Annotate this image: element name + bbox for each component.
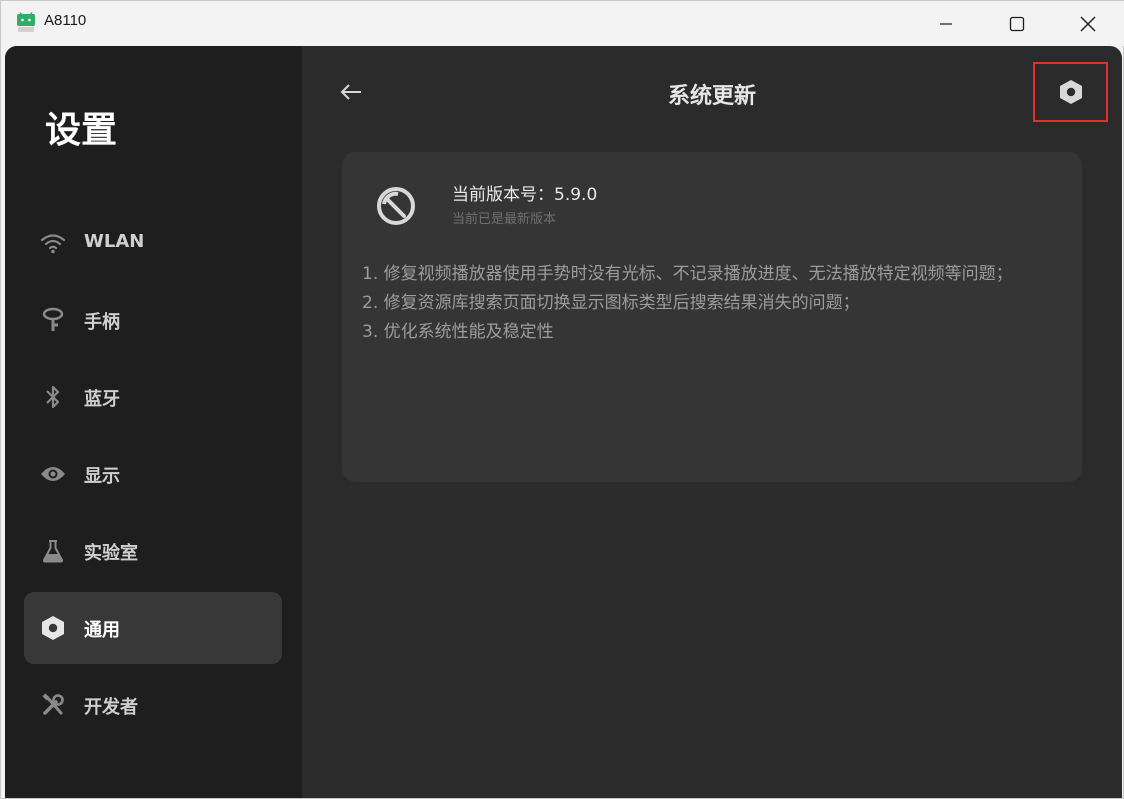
update-card: 当前版本号：5.9.0 当前已是最新版本 1. 修复视频播放器使用手势时没有光标… <box>342 152 1082 482</box>
sidebar-item-display[interactable]: 显示 <box>24 438 282 510</box>
release-note-item: 2. 修复资源库搜索页面切换显示图标类型后搜索结果消失的问题； <box>362 293 860 313</box>
hex-nut-icon <box>40 615 66 641</box>
sidebar-item-gamepad[interactable]: 手柄 <box>24 284 282 356</box>
joystick-icon <box>40 307 66 333</box>
sidebar-item-label: WLAN <box>84 231 145 252</box>
sidebar-item-label: 实验室 <box>84 543 138 564</box>
hex-nut-icon <box>1059 80 1082 104</box>
title-bar[interactable]: A8110 <box>1 1 1124 46</box>
sidebar-item-general[interactable]: 通用 <box>24 592 282 664</box>
sidebar-item-label: 开发者 <box>84 697 138 718</box>
minimize-icon <box>940 22 952 25</box>
bluetooth-icon <box>40 384 66 410</box>
current-version: 当前版本号：5.9.0 <box>452 185 598 205</box>
maximize-icon <box>1009 16 1025 31</box>
release-note-item: 1. 修复视频播放器使用手势时没有光标、不记录播放进度、无法播放特定视频等问题； <box>362 264 1013 284</box>
sidebar-title: 设置 <box>45 110 118 151</box>
sidebar-item-developer[interactable]: 开发者 <box>24 669 282 741</box>
window-title: A8110 <box>44 12 87 29</box>
flask-icon <box>40 538 66 564</box>
sidebar-item-label: 蓝牙 <box>84 389 120 410</box>
sidebar-item-wlan[interactable]: WLAN <box>24 207 282 279</box>
android-app-icon <box>17 12 35 32</box>
eye-icon <box>40 461 66 487</box>
release-note-item: 3. 优化系统性能及稳定性 <box>362 322 554 342</box>
sidebar-item-label: 显示 <box>84 466 120 487</box>
sidebar-item-label: 通用 <box>84 620 120 641</box>
minimize-button[interactable] <box>911 1 981 46</box>
main-panel: 系统更新 当前版本号：5.9.0 当前已是最新版本 1. 修复视频播放器使用手势… <box>302 46 1122 798</box>
tools-icon <box>40 692 66 718</box>
sidebar-item-lab[interactable]: 实验室 <box>24 515 282 587</box>
app-content: 设置 WLAN 手柄 蓝牙 显示 实验室 通用 开发者 系统更新 当前版本号：5… <box>5 46 1122 798</box>
close-icon <box>1080 16 1096 31</box>
page-title: 系统更新 <box>667 84 756 109</box>
update-status-icon <box>377 187 415 225</box>
maximize-button[interactable] <box>982 1 1052 46</box>
release-notes: 1. 修复视频播放器使用手势时没有光标、不记录播放进度、无法播放特定视频等问题；… <box>362 260 1067 347</box>
update-status-text: 当前已是最新版本 <box>452 212 557 227</box>
wifi-icon <box>40 230 66 256</box>
sidebar: 设置 WLAN 手柄 蓝牙 显示 实验室 通用 开发者 <box>5 46 302 798</box>
settings-button[interactable] <box>1033 62 1108 122</box>
sidebar-item-bluetooth[interactable]: 蓝牙 <box>24 361 282 433</box>
app-window: A8110 设置 WLAN 手柄 蓝牙 显示 实验室 通用 开发者 系统更新 当… <box>0 0 1124 799</box>
close-button[interactable] <box>1053 1 1123 46</box>
sidebar-item-label: 手柄 <box>84 312 120 333</box>
